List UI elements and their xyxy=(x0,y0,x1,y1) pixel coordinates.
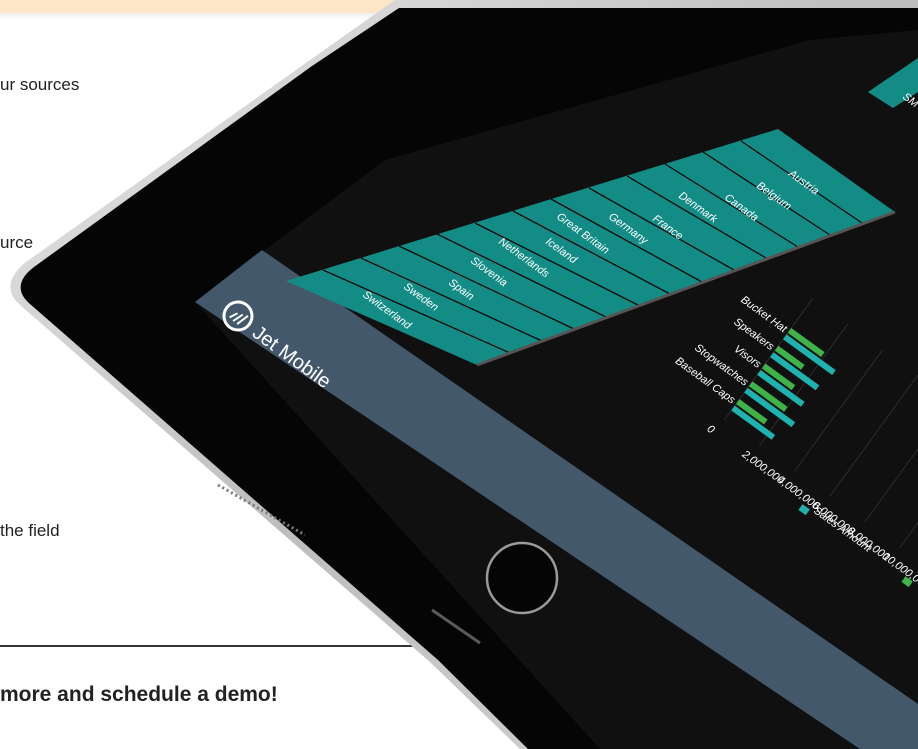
tablet-mockup: Jet Mobile SM Austria Belgium Canada Den… xyxy=(10,0,918,749)
home-button[interactable] xyxy=(485,541,559,615)
